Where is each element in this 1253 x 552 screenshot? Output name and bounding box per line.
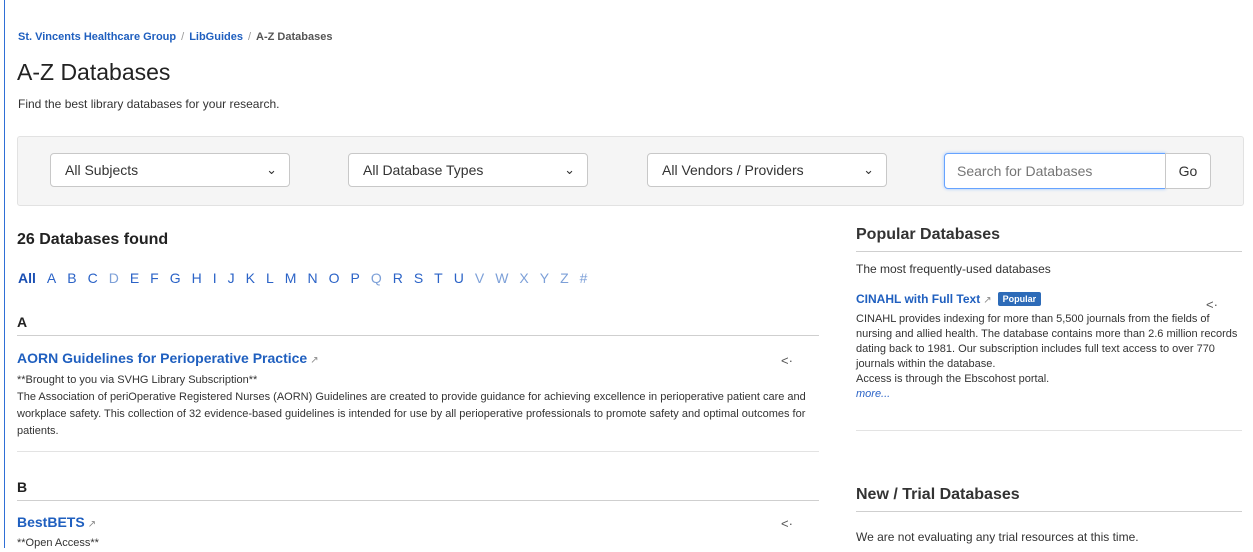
- letter-filter-y: Y: [539, 270, 550, 286]
- letter-filter-r[interactable]: R: [393, 270, 403, 286]
- breadcrumb-separator: /: [247, 31, 252, 43]
- letter-filter-hash: #: [579, 270, 588, 286]
- breadcrumb-separator: /: [181, 31, 185, 43]
- database-access-note: **Brought to you via SVHG Library Subscr…: [17, 374, 258, 386]
- chevron-down-icon: ⌄: [266, 162, 277, 177]
- breadcrumb-current: A-Z Databases: [256, 31, 333, 43]
- letter-filter-x: X: [519, 270, 529, 286]
- trial-databases-heading: New / Trial Databases: [856, 486, 1242, 512]
- alphabet-filter: All A B C D E F G H I J K L M N O P Q R S T U V W X Y Z #: [18, 270, 598, 286]
- external-link-icon: ↗: [87, 519, 97, 530]
- chevron-down-icon: ⌄: [863, 162, 874, 177]
- trial-databases-text: We are not evaluating any trial resource…: [856, 530, 1139, 544]
- database-title-link[interactable]: BestBETS ↗: [17, 514, 96, 530]
- share-icon[interactable]: <·: [1206, 297, 1218, 312]
- results-count: 26 Databases found: [17, 231, 169, 248]
- database-title-link[interactable]: AORN Guidelines for Perioperative Practi…: [17, 350, 319, 366]
- share-icon[interactable]: <·: [781, 516, 793, 531]
- breadcrumb-org-link[interactable]: St. Vincents Healthcare Group: [18, 31, 176, 43]
- vendors-select[interactable]: All Vendors / Providers ⌄: [647, 153, 887, 187]
- letter-filter-z: Z: [560, 270, 569, 286]
- letter-filter-h[interactable]: H: [192, 270, 202, 286]
- page-subtitle: Find the best library databases for your…: [18, 97, 280, 111]
- letter-filter-w: W: [495, 270, 509, 286]
- section-heading-b: B: [17, 479, 819, 501]
- letter-filter-o[interactable]: O: [329, 270, 340, 286]
- letter-filter-u[interactable]: U: [454, 270, 464, 286]
- letter-filter-b[interactable]: B: [67, 270, 76, 286]
- popular-database-link[interactable]: CINAHL with Full Text ↗ Popular: [856, 292, 1042, 306]
- letter-filter-f[interactable]: F: [150, 270, 159, 286]
- chevron-down-icon: ⌄: [564, 162, 575, 177]
- page-title: A-Z Databases: [17, 59, 171, 85]
- popular-databases-heading: Popular Databases: [856, 226, 1242, 252]
- subjects-select[interactable]: All Subjects ⌄: [50, 153, 290, 187]
- go-button[interactable]: Go: [1165, 153, 1211, 189]
- external-link-icon: ↗: [310, 355, 319, 366]
- letter-filter-c[interactable]: C: [88, 270, 98, 286]
- letter-filter-p[interactable]: P: [350, 270, 359, 286]
- database-description: **Brought to you via SVHG Library Subscr…: [17, 372, 825, 440]
- popular-databases-intro: The most frequently-used databases: [856, 262, 1051, 276]
- database-types-select-value: All Database Types: [363, 162, 484, 178]
- database-access-note: **Open Access**: [17, 537, 99, 549]
- sidebar-divider: [856, 430, 1242, 431]
- letter-filter-g[interactable]: G: [170, 270, 181, 286]
- vendors-select-value: All Vendors / Providers: [662, 162, 804, 178]
- letter-filter-l[interactable]: L: [266, 270, 274, 286]
- section-heading-a: A: [17, 314, 819, 336]
- letter-filter-i[interactable]: I: [213, 270, 217, 286]
- section-divider: [17, 451, 819, 452]
- breadcrumb: St. Vincents Healthcare Group / LibGuides /…: [18, 31, 332, 43]
- letter-filter-n[interactable]: N: [307, 270, 317, 286]
- database-title-text: BestBETS: [17, 514, 85, 530]
- database-description-text: The Association of periOperative Registe…: [17, 391, 806, 437]
- share-icon[interactable]: <·: [781, 353, 793, 368]
- letter-filter-d: D: [108, 270, 119, 286]
- filter-bar: All Subjects ⌄ All Database Types ⌄ All …: [17, 136, 1244, 206]
- letter-filter-all[interactable]: All: [18, 270, 36, 286]
- letter-filter-m[interactable]: M: [285, 270, 297, 286]
- breadcrumb-libguides-link[interactable]: LibGuides: [189, 31, 243, 43]
- popular-database-access: Access is through the Ebscohost portal.: [856, 373, 1050, 385]
- letter-filter-v: V: [474, 270, 485, 286]
- subjects-select-value: All Subjects: [65, 162, 139, 178]
- external-link-icon: ↗: [983, 295, 992, 306]
- more-link[interactable]: more...: [856, 387, 1244, 402]
- search-input[interactable]: [944, 153, 1166, 189]
- letter-filter-q: Q: [370, 270, 382, 286]
- database-title-text: AORN Guidelines for Perioperative Practi…: [17, 350, 308, 366]
- page-frame-line: [4, 0, 5, 548]
- letter-filter-e[interactable]: E: [130, 270, 139, 286]
- popular-database-title: CINAHL with Full Text: [856, 292, 981, 306]
- letter-filter-k[interactable]: K: [246, 270, 255, 286]
- letter-filter-s[interactable]: S: [414, 270, 423, 286]
- popular-badge: Popular: [997, 292, 1042, 306]
- database-types-select[interactable]: All Database Types ⌄: [348, 153, 588, 187]
- letter-filter-j[interactable]: J: [228, 270, 235, 286]
- letter-filter-a[interactable]: A: [47, 270, 56, 286]
- letter-filter-t[interactable]: T: [434, 270, 443, 286]
- popular-database-description: CINAHL provides indexing for more than 5…: [856, 312, 1244, 402]
- popular-database-description-text: CINAHL provides indexing for more than 5…: [856, 313, 1238, 370]
